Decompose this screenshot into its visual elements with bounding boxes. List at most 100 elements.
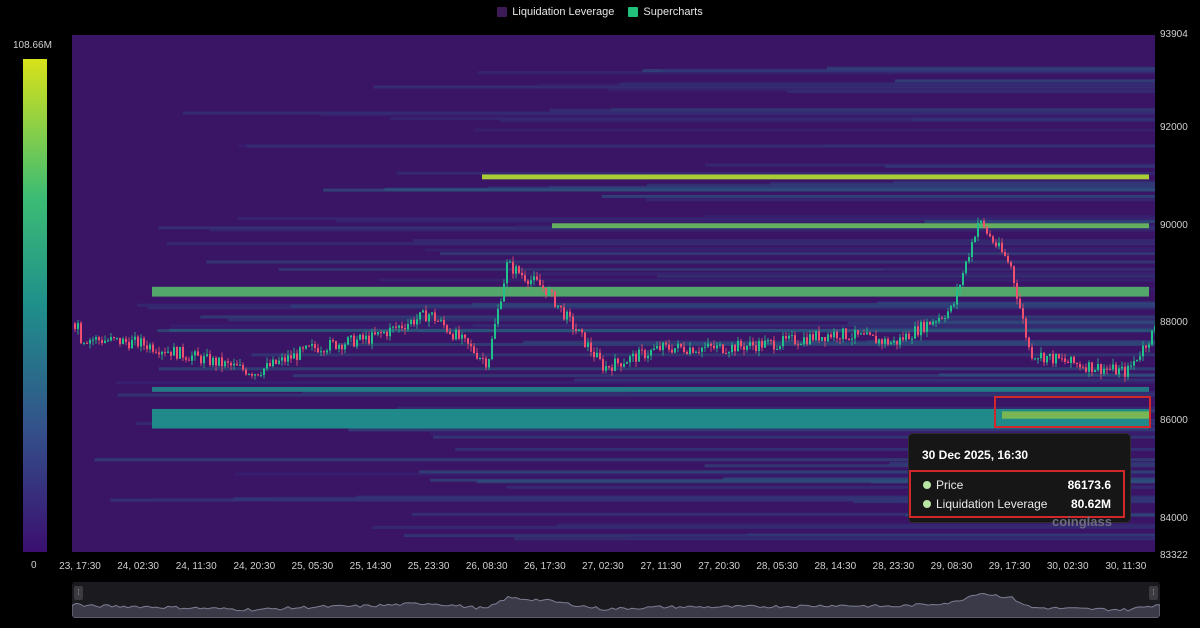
price-candle bbox=[614, 358, 616, 371]
price-candle bbox=[101, 340, 103, 343]
price-candle bbox=[671, 349, 673, 353]
price-candle bbox=[281, 357, 283, 361]
price-candle bbox=[608, 366, 610, 368]
price-candle bbox=[209, 354, 211, 366]
price-candle bbox=[410, 319, 412, 324]
price-candle bbox=[275, 359, 277, 364]
price-candle bbox=[92, 339, 94, 341]
price-candle bbox=[341, 344, 343, 350]
legend-label-supercharts: Supercharts bbox=[643, 6, 703, 18]
price-candle bbox=[884, 338, 886, 344]
price-candle bbox=[362, 334, 364, 340]
price-candle bbox=[1094, 370, 1096, 373]
y-tick-label: 90000 bbox=[1160, 219, 1188, 231]
price-candle bbox=[179, 346, 181, 359]
price-candle bbox=[1070, 356, 1072, 363]
price-candle bbox=[338, 344, 340, 349]
price-candle bbox=[941, 317, 943, 319]
price-candle bbox=[689, 347, 691, 354]
colorbar-min-label: 0 bbox=[31, 560, 37, 571]
price-candle bbox=[803, 337, 805, 345]
price-candle bbox=[623, 363, 625, 367]
liquidity-stripe bbox=[291, 304, 1155, 308]
highlight-box-liquidation-band bbox=[994, 396, 1151, 428]
price-candle bbox=[317, 347, 319, 353]
price-candle bbox=[536, 276, 538, 280]
price-candle bbox=[1076, 362, 1078, 365]
price-candle bbox=[263, 368, 265, 376]
price-candle bbox=[719, 344, 721, 346]
price-candle bbox=[932, 321, 934, 325]
price-candle bbox=[653, 348, 655, 350]
price-candle bbox=[974, 236, 976, 243]
legend-item-liquidation-leverage[interactable]: Liquidation Leverage bbox=[497, 4, 614, 20]
price-candle bbox=[377, 332, 379, 335]
price-candle bbox=[1040, 352, 1042, 359]
price-candle bbox=[422, 310, 424, 313]
price-candle bbox=[1058, 353, 1060, 359]
price-candle bbox=[443, 319, 445, 326]
price-candle bbox=[1118, 368, 1120, 375]
price-candle bbox=[1055, 353, 1057, 364]
price-candle bbox=[446, 325, 448, 332]
price-candle bbox=[1085, 367, 1087, 372]
price-candle bbox=[701, 347, 703, 352]
tooltip-price-label: Price bbox=[936, 478, 964, 492]
price-candle bbox=[428, 314, 430, 322]
tooltip-title: 30 Dec 2025, 16:30 bbox=[922, 448, 1029, 462]
price-candle bbox=[512, 261, 514, 274]
price-candle bbox=[914, 326, 916, 339]
price-candle bbox=[755, 345, 757, 352]
price-candle bbox=[845, 328, 847, 339]
price-candle bbox=[401, 325, 403, 328]
price-candle bbox=[311, 344, 313, 346]
x-tick-label: 24, 11:30 bbox=[175, 561, 217, 572]
price-candle bbox=[617, 358, 619, 364]
liquidity-stripe bbox=[619, 82, 1155, 86]
price-candle bbox=[116, 337, 118, 339]
price-candle bbox=[368, 335, 370, 344]
price-candle bbox=[779, 346, 781, 349]
price-candle bbox=[575, 328, 577, 331]
price-candle bbox=[557, 305, 559, 308]
price-candle bbox=[830, 334, 832, 338]
price-candle bbox=[353, 335, 355, 347]
price-candle bbox=[365, 335, 367, 340]
price-candle bbox=[1100, 363, 1102, 374]
price-candle bbox=[1133, 361, 1135, 366]
price-candle bbox=[83, 342, 85, 344]
liquidity-stripe bbox=[200, 315, 1155, 319]
price-candle bbox=[767, 339, 769, 341]
price-candle bbox=[500, 301, 502, 309]
price-candle bbox=[197, 351, 199, 356]
price-candle bbox=[524, 275, 526, 281]
time-navigator[interactable]: ⁞ ⁞ bbox=[72, 582, 1160, 618]
price-candle bbox=[80, 323, 82, 344]
price-candle bbox=[530, 280, 532, 285]
price-candle bbox=[485, 358, 487, 368]
price-candle bbox=[269, 363, 271, 367]
tooltip-leverage-value: 80.62M bbox=[1070, 497, 1111, 511]
navigator-right-handle[interactable]: ⁞ bbox=[1149, 586, 1158, 600]
price-candle bbox=[821, 337, 823, 341]
price-candle bbox=[251, 373, 253, 376]
price-candle bbox=[620, 363, 622, 367]
price-candle bbox=[1049, 353, 1051, 356]
price-candle bbox=[812, 334, 814, 341]
navigator-left-handle[interactable]: ⁞ bbox=[74, 586, 83, 600]
price-candle bbox=[206, 354, 208, 357]
price-candle bbox=[95, 337, 97, 340]
legend-swatch-supercharts bbox=[628, 7, 639, 17]
liquidation-band bbox=[152, 386, 1149, 392]
price-candle bbox=[440, 319, 442, 321]
price-candle bbox=[278, 360, 280, 364]
price-candle bbox=[152, 344, 154, 352]
liquidity-stripe bbox=[474, 128, 1155, 132]
price-candle bbox=[176, 347, 178, 359]
liquidity-stripe bbox=[166, 242, 1155, 246]
legend-item-supercharts[interactable]: Supercharts bbox=[628, 4, 703, 20]
price-candle bbox=[872, 334, 874, 336]
price-candle bbox=[173, 347, 175, 356]
price-candle bbox=[638, 349, 640, 362]
price-candle bbox=[494, 323, 496, 339]
